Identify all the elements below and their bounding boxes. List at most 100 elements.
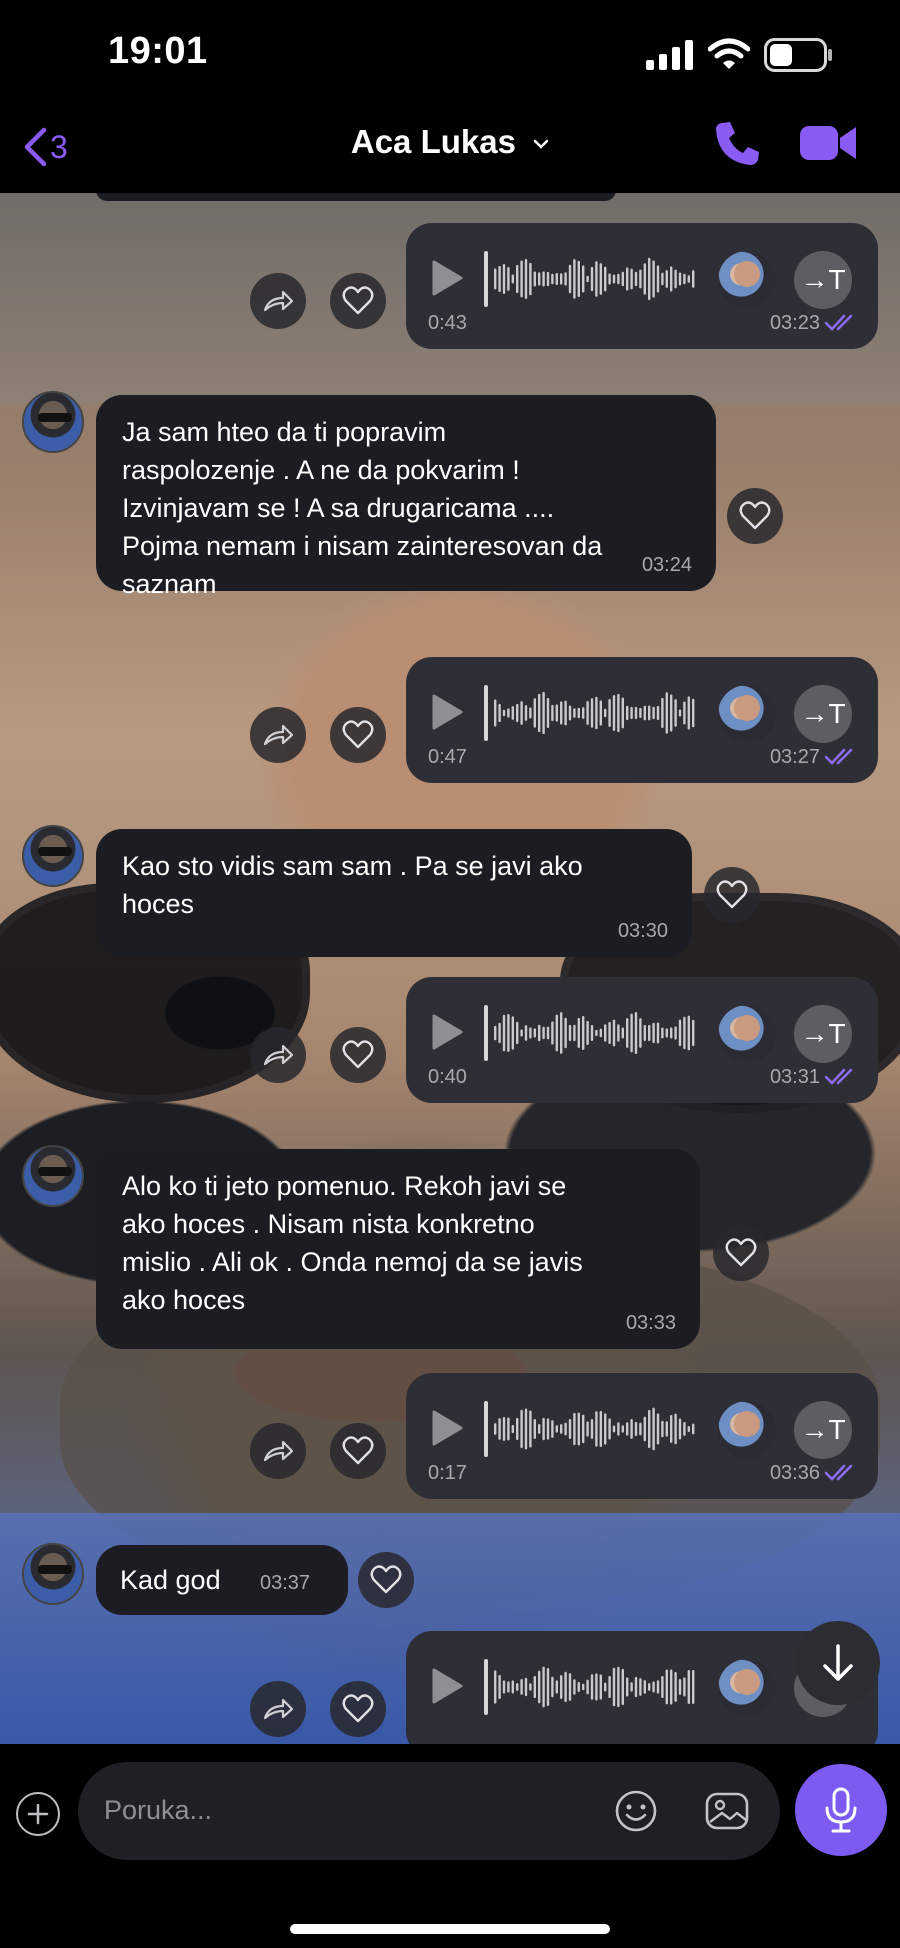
- chat-area[interactable]: →T 0:43 03:23 Ja sam hteo da ti popravim…: [0, 193, 900, 1744]
- message-time: 03:31: [769, 1066, 820, 1088]
- forward-button[interactable]: [250, 1423, 306, 1479]
- wifi-icon: [708, 38, 750, 69]
- heart-icon: [739, 501, 771, 530]
- play-icon[interactable]: [430, 1409, 464, 1447]
- like-button[interactable]: [330, 1027, 386, 1083]
- signal-icon: [646, 40, 693, 70]
- voice-message[interactable]: →T 0:43 03:23: [406, 223, 878, 349]
- waveform-cursor: [484, 685, 488, 741]
- message-time: 03:23: [769, 312, 820, 334]
- home-indicator: [290, 1924, 610, 1934]
- waveform[interactable]: [492, 1403, 698, 1455]
- play-icon[interactable]: [430, 259, 464, 297]
- contact-title[interactable]: Aca Lukas: [0, 123, 900, 161]
- waveform-cursor: [484, 251, 488, 307]
- forward-button[interactable]: [250, 1681, 306, 1737]
- sender-avatar: [718, 685, 776, 743]
- like-button[interactable]: [330, 1681, 386, 1737]
- forward-button[interactable]: [250, 707, 306, 763]
- heart-icon: [342, 720, 374, 749]
- waveform-cursor: [484, 1005, 488, 1061]
- sender-avatar: [718, 251, 776, 309]
- heart-icon: [342, 286, 374, 315]
- status-bar: 19:01: [0, 0, 900, 105]
- waveform-cursor: [484, 1659, 488, 1715]
- play-icon[interactable]: [430, 693, 464, 731]
- status-time: 19:01: [108, 30, 208, 72]
- like-button[interactable]: [330, 273, 386, 329]
- transcribe-button[interactable]: →T: [794, 1401, 852, 1459]
- forward-button[interactable]: [250, 1027, 306, 1083]
- voice-message[interactable]: →T 0:47 03:27: [406, 657, 878, 783]
- message-bubble[interactable]: Ja sam hteo da ti popravim raspolozenje …: [96, 395, 716, 599]
- message-text: Alo ko ti jeto pomenuo. Rekoh javi se ak…: [122, 1171, 583, 1315]
- waveform[interactable]: [492, 687, 698, 739]
- like-button[interactable]: [330, 707, 386, 763]
- like-button[interactable]: [358, 1552, 414, 1608]
- video-button[interactable]: [798, 121, 858, 165]
- heart-icon: [725, 1238, 757, 1267]
- forward-arrow-icon: [263, 1698, 294, 1720]
- transcribe-button[interactable]: →T: [794, 251, 852, 309]
- like-button[interactable]: [727, 488, 783, 544]
- forward-button[interactable]: [250, 273, 306, 329]
- sender-avatar: [718, 1005, 776, 1063]
- forward-arrow-icon: [263, 724, 294, 746]
- message-input[interactable]: [104, 1790, 564, 1830]
- forward-arrow-icon: [263, 1044, 294, 1066]
- forward-arrow-icon: [263, 1440, 294, 1462]
- like-button[interactable]: [713, 1225, 769, 1281]
- play-icon[interactable]: [430, 1013, 464, 1051]
- transcribe-button[interactable]: →T: [794, 1005, 852, 1063]
- read-ticks-icon: [824, 748, 853, 765]
- like-button[interactable]: [330, 1423, 386, 1479]
- read-ticks-icon: [824, 1068, 853, 1085]
- waveform[interactable]: [492, 253, 698, 305]
- message-time: 03:24: [641, 554, 692, 576]
- voice-message[interactable]: →T 0:17 03:36: [406, 1373, 878, 1499]
- message-time: 03:27: [769, 746, 820, 768]
- gallery-icon[interactable]: [704, 1789, 750, 1833]
- message-bubble[interactable]: Alo ko ti jeto pomenuo. Rekoh javi se ak…: [96, 1149, 700, 1349]
- contact-name: Aca Lukas: [350, 123, 516, 160]
- message-text: Kad god: [120, 1565, 221, 1595]
- heart-icon: [716, 880, 748, 909]
- message-time: 03:30: [617, 920, 668, 942]
- message-text: Kao sto vidis sam sam . Pa se javi ako h…: [122, 851, 583, 919]
- message-time: 03:36: [769, 1462, 820, 1484]
- message-text: Ja sam hteo da ti popravim raspolozenje …: [122, 417, 603, 599]
- play-icon[interactable]: [430, 1667, 464, 1705]
- heart-icon: [342, 1694, 374, 1723]
- scroll-to-bottom-button[interactable]: [796, 1621, 880, 1705]
- waveform-cursor: [484, 1401, 488, 1457]
- waveform[interactable]: [492, 1007, 698, 1059]
- composer: [0, 1744, 900, 1948]
- contact-avatar[interactable]: [22, 391, 84, 453]
- microphone-icon: [825, 1787, 857, 1833]
- contact-avatar[interactable]: [22, 825, 84, 887]
- like-button[interactable]: [704, 867, 760, 923]
- smiley-icon[interactable]: [614, 1789, 658, 1833]
- message-bubble[interactable]: Kao sto vidis sam sam . Pa se javi ako h…: [96, 829, 692, 957]
- message-time: 03:37: [260, 1572, 311, 1594]
- voice-duration: 0:43: [428, 312, 467, 334]
- contact-avatar[interactable]: [22, 1145, 84, 1207]
- message-bubble[interactable]: Kad god 03:37: [96, 1545, 348, 1615]
- call-button[interactable]: [712, 117, 764, 169]
- voice-message[interactable]: →T 0:40 03:31: [406, 977, 878, 1103]
- battery-icon: [764, 38, 832, 72]
- heart-icon: [342, 1436, 374, 1465]
- transcribe-button[interactable]: →T: [794, 685, 852, 743]
- forward-arrow-icon: [263, 290, 294, 312]
- voice-record-button[interactable]: [795, 1764, 887, 1856]
- waveform[interactable]: [492, 1661, 698, 1713]
- attach-button[interactable]: [16, 1792, 60, 1836]
- video-camera-icon: [800, 126, 838, 160]
- message-time: 03:33: [625, 1312, 676, 1334]
- voice-duration: 0:40: [428, 1066, 467, 1088]
- message-bubble-partial[interactable]: [96, 193, 616, 201]
- chat-header: 3 Aca Lukas: [0, 105, 900, 193]
- chevron-down-icon: [533, 140, 549, 150]
- message-input-container[interactable]: [78, 1762, 780, 1860]
- contact-avatar[interactable]: [22, 1543, 84, 1605]
